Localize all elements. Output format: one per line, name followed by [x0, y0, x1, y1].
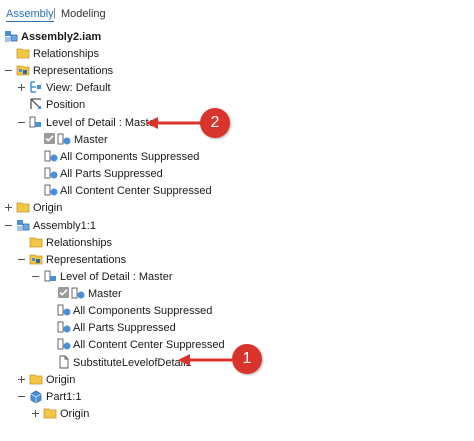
tree-node-origin[interactable]: Origin	[0, 200, 200, 216]
tree-node-sub-assembly[interactable]: Assembly1:1	[0, 218, 200, 234]
tree-node-position[interactable]: Position	[0, 97, 200, 113]
tree-node-label: Origin	[33, 202, 63, 214]
tree-node-relationships[interactable]: Relationships	[0, 46, 200, 62]
tree-node-representations[interactable]: Representations	[0, 63, 200, 79]
tree-node-part-origin[interactable]: Origin	[0, 406, 200, 422]
tree-node-part[interactable]: Part1:1	[0, 389, 200, 405]
tree-node-label: Level of Detail : Master	[46, 117, 159, 129]
expand-icon[interactable]	[17, 83, 26, 92]
tree-node-substitute-lod[interactable]: SubstituteLevelofDetail1	[0, 355, 200, 371]
representations-folder-icon	[29, 252, 43, 270]
callout-arrow-1	[178, 354, 232, 366]
tree-node-label: Representations	[33, 65, 114, 77]
folder-icon	[16, 200, 30, 218]
tree-node-label: Representations	[46, 254, 127, 266]
tree-node-label: All Parts Suppressed	[60, 168, 163, 180]
tree-node-sub-all-content-center-suppressed[interactable]: All Content Center Suppressed	[0, 337, 240, 353]
tree-node-label: View: Default	[46, 82, 111, 94]
tree-node-label: Master	[88, 288, 122, 300]
tree-node-sub-master[interactable]: Master	[0, 286, 200, 302]
tree-node-label: All Parts Suppressed	[73, 322, 176, 334]
tree-node-label: All Components Suppressed	[73, 305, 213, 317]
collapse-icon[interactable]	[31, 272, 40, 281]
callout-badge-1: 1	[232, 344, 262, 374]
tree-node-all-components-suppressed[interactable]: All Components Suppressed	[0, 149, 220, 165]
tree-node-label: Assembly1:1	[33, 220, 96, 232]
representations-folder-icon	[16, 63, 30, 81]
collapse-icon[interactable]	[4, 221, 13, 230]
tree-node-label: Part1:1	[46, 391, 82, 403]
expand-icon[interactable]	[4, 203, 13, 212]
tab-separator: |	[53, 7, 56, 19]
tree-node-sub-origin[interactable]: Origin	[0, 372, 200, 388]
tree-node-label: Origin	[46, 374, 76, 386]
tree-node-sub-lod[interactable]: Level of Detail : Master	[0, 269, 200, 285]
expand-icon[interactable]	[17, 375, 26, 384]
tree-node-sub-all-parts-suppressed[interactable]: All Parts Suppressed	[0, 320, 240, 336]
tree-node-label: Relationships	[46, 237, 113, 249]
tree-node-label: Relationships	[33, 48, 100, 60]
callout-arrow-2	[146, 117, 202, 129]
tree-node-view[interactable]: View: Default	[0, 80, 200, 96]
tree-node-label: All Components Suppressed	[60, 151, 200, 163]
tree-node-all-parts-suppressed[interactable]: All Parts Suppressed	[0, 166, 220, 182]
tab-modeling[interactable]: Modeling	[61, 7, 106, 21]
checkmark-icon	[58, 287, 69, 298]
folder-icon	[29, 372, 43, 390]
tree-node-root[interactable]: Assembly2.iam	[0, 29, 200, 45]
level-of-detail-icon	[57, 337, 71, 356]
tree-node-sub-representations[interactable]: Representations	[0, 252, 200, 268]
tree-node-label: Level of Detail : Master	[60, 271, 173, 283]
tree-node-label: Position	[46, 99, 86, 111]
tree-node-master[interactable]: Master	[0, 132, 200, 148]
tree-node-label: SubstituteLevelofDetail1	[73, 357, 192, 369]
tree-node-label: All Content Center Suppressed	[73, 339, 225, 351]
tree-node-label: Origin	[60, 408, 90, 420]
browser-tabs: Assembly | Modeling	[0, 0, 474, 26]
position-icon	[29, 97, 43, 116]
collapse-icon[interactable]	[4, 66, 13, 75]
checkmark-icon	[44, 133, 55, 144]
callout-badge-2: 2	[200, 108, 230, 138]
collapse-icon[interactable]	[17, 118, 26, 127]
folder-icon	[29, 235, 43, 253]
tree-node-all-content-center-suppressed[interactable]: All Content Center Suppressed	[0, 183, 220, 199]
tree-node-label: All Content Center Suppressed	[60, 185, 212, 197]
folder-icon	[16, 46, 30, 64]
collapse-icon[interactable]	[17, 392, 26, 401]
folder-icon	[43, 406, 57, 424]
expand-icon[interactable]	[31, 409, 40, 418]
tree-node-sub-all-components-suppressed[interactable]: All Components Suppressed	[0, 303, 240, 319]
tree-node-sub-relationships[interactable]: Relationships	[0, 235, 200, 251]
tab-assembly[interactable]: Assembly	[6, 7, 54, 22]
tree-node-label: Master	[74, 134, 108, 146]
collapse-icon[interactable]	[17, 255, 26, 264]
tree-node-label: Assembly2.iam	[21, 31, 102, 43]
